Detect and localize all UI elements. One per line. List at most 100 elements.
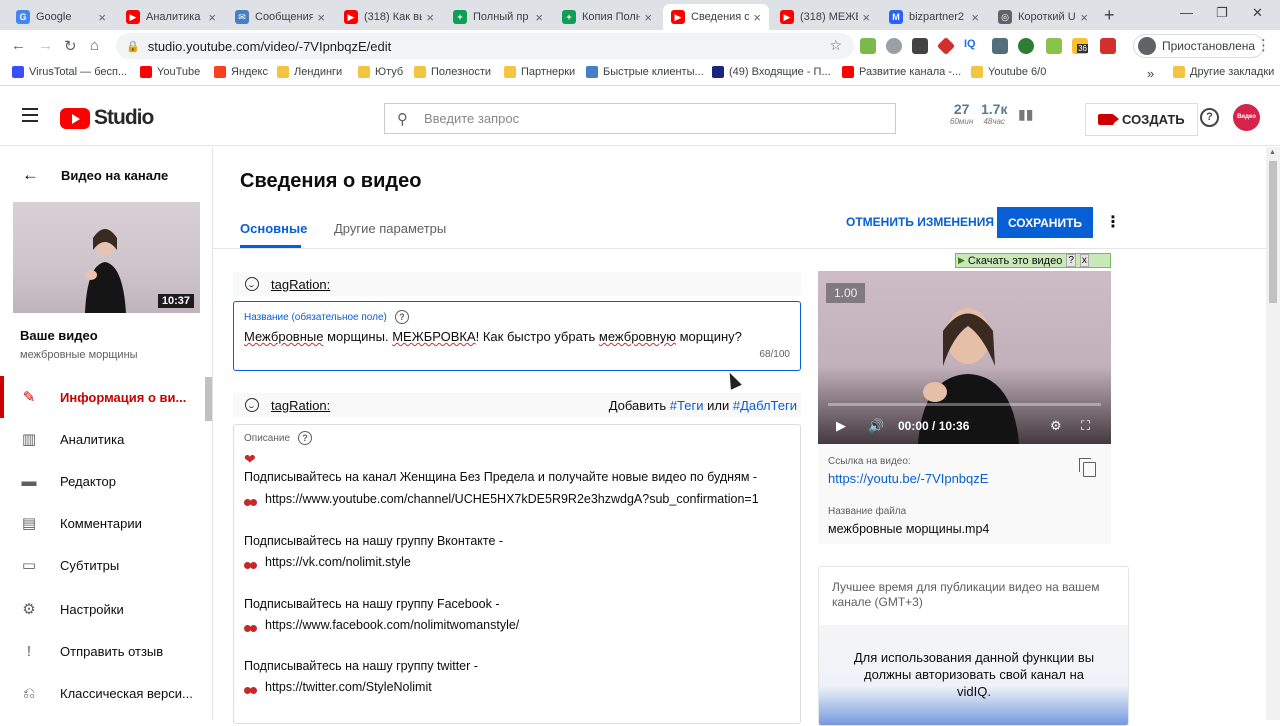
- browser-tab[interactable]: + Копия Полн ×: [554, 4, 660, 30]
- sidebar-item[interactable]: ▥ Аналитика: [0, 418, 213, 460]
- bar-chart-icon[interactable]: ▮▮: [1018, 106, 1033, 123]
- tab-close-icon[interactable]: ×: [208, 10, 216, 25]
- smile-icon[interactable]: [245, 398, 259, 412]
- bookmark-item[interactable]: Лендинги: [277, 66, 342, 78]
- add-tags-link[interactable]: #Теги: [670, 398, 704, 413]
- bookmark-star-icon[interactable]: ☆: [829, 37, 842, 54]
- video-link[interactable]: https://youtu.be/-7VIpnbqzE: [828, 471, 988, 486]
- extension-globe-icon[interactable]: [1018, 38, 1034, 54]
- bookmarks-overflow[interactable]: »: [1147, 66, 1154, 81]
- tagration-link[interactable]: tagRation:: [271, 277, 330, 292]
- save-button[interactable]: СОХРАНИТЬ: [997, 207, 1093, 238]
- extension-shield-icon[interactable]: [886, 38, 902, 54]
- tab-close-icon[interactable]: ×: [862, 10, 870, 25]
- other-bookmarks[interactable]: Другие закладки: [1173, 66, 1274, 78]
- studio-logo[interactable]: Studio: [60, 106, 154, 130]
- playback-speed[interactable]: 1.00: [826, 283, 866, 303]
- home-icon[interactable]: ⌂: [90, 37, 99, 54]
- minimize-icon[interactable]: —: [1180, 5, 1193, 20]
- page-scrollbar[interactable]: ▲: [1266, 147, 1280, 720]
- tab-close-icon[interactable]: ×: [317, 10, 325, 25]
- extension-diamond-icon[interactable]: [936, 36, 956, 56]
- tab-close-icon[interactable]: ×: [971, 10, 979, 25]
- tab-close-icon[interactable]: ×: [753, 10, 761, 25]
- more-options-icon[interactable]: ⋮: [1105, 212, 1121, 232]
- download-close-icon[interactable]: x: [1079, 254, 1089, 267]
- close-window-icon[interactable]: ✕: [1252, 5, 1263, 21]
- extension-iq-icon[interactable]: IQ: [964, 38, 980, 54]
- title-field-value[interactable]: Межбровные морщины. МЕЖБРОВКА! Как быстр…: [244, 329, 742, 344]
- settings-gear-icon[interactable]: ⚙: [1050, 418, 1062, 434]
- tab-more-options[interactable]: Другие параметры: [334, 221, 446, 236]
- sidebar-item[interactable]: ⎌ Классическая верси...: [0, 672, 213, 714]
- download-help-icon[interactable]: ?: [1066, 254, 1076, 267]
- tab-close-icon[interactable]: ×: [535, 10, 543, 25]
- browser-tab[interactable]: ✉ Сообщения ×: [227, 4, 333, 30]
- search-input[interactable]: ⚲ Введите запрос: [384, 103, 896, 134]
- extension-youtube-icon[interactable]: [1100, 38, 1116, 54]
- back-arrow-icon[interactable]: ←: [11, 37, 26, 54]
- tab-close-icon[interactable]: ×: [426, 10, 434, 25]
- scrollbar-thumb[interactable]: [1269, 161, 1277, 303]
- sidebar-item[interactable]: ▬ Редактор: [0, 460, 213, 502]
- extension-home-icon[interactable]: [860, 38, 876, 54]
- tab-close-icon[interactable]: ×: [1080, 10, 1088, 25]
- tagration-link[interactable]: tagRation:: [271, 398, 330, 413]
- browser-menu-icon[interactable]: ⋮: [1256, 36, 1271, 54]
- volume-icon[interactable]: 🔊: [868, 418, 884, 434]
- bookmark-item[interactable]: VirusTotal — бесп...: [12, 66, 127, 78]
- sidebar-item[interactable]: ✎ Информация о ви...: [0, 376, 213, 418]
- bookmark-item[interactable]: Ютуб: [358, 66, 403, 78]
- browser-tab[interactable]: ▶ (318) Как вы ×: [336, 4, 442, 30]
- bookmark-item[interactable]: Партнерки: [504, 66, 575, 78]
- browser-tab[interactable]: ▶ (318) МЕЖБ ×: [772, 4, 878, 30]
- download-video-button[interactable]: ▶ Скачать это видео ? x: [955, 253, 1111, 268]
- play-icon[interactable]: ▶: [836, 418, 846, 434]
- tab-basic[interactable]: Основные: [240, 221, 307, 236]
- browser-tab[interactable]: + Полный пр ×: [445, 4, 551, 30]
- smile-icon[interactable]: [245, 277, 259, 291]
- forward-arrow-icon[interactable]: →: [38, 37, 53, 54]
- sidebar-item[interactable]: ⚙ Настройки: [0, 588, 213, 630]
- add-double-tags-link[interactable]: #ДаблТеги: [733, 398, 797, 413]
- bookmark-item[interactable]: Полезности: [414, 66, 491, 78]
- sidebar-item[interactable]: ▤ Комментарии: [0, 502, 213, 544]
- help-icon[interactable]: ?: [298, 431, 313, 445]
- menu-icon[interactable]: [22, 108, 38, 122]
- tab-close-icon[interactable]: ×: [98, 10, 106, 25]
- bookmark-item[interactable]: Яндекс: [214, 66, 268, 78]
- browser-tab[interactable]: ◎ Короткий U ×: [990, 4, 1096, 30]
- reload-icon[interactable]: ↻: [64, 37, 77, 55]
- bookmark-item[interactable]: Развитие канала -...: [842, 66, 961, 78]
- back-to-videos[interactable]: ← Видео на канале: [22, 165, 168, 185]
- sidebar-item[interactable]: ! Отправить отзыв: [0, 630, 213, 672]
- help-icon[interactable]: ?: [1200, 108, 1219, 127]
- bookmark-item[interactable]: YouTube: [140, 66, 200, 78]
- title-field[interactable]: Название (обязательное поле) ? Межбровны…: [233, 301, 801, 371]
- browser-tab[interactable]: ▶ Аналитика ×: [118, 4, 224, 30]
- maximize-icon[interactable]: ❐: [1216, 5, 1228, 21]
- player-progress-bar[interactable]: [828, 403, 1101, 406]
- discard-changes-button[interactable]: ОТМЕНИТЬ ИЗМЕНЕНИЯ: [846, 215, 994, 229]
- video-thumbnail[interactable]: 10:37: [13, 202, 200, 313]
- description-field[interactable]: Описание ? ❤ Подписывайтесь на канал Жен…: [233, 424, 801, 724]
- channel-avatar[interactable]: Видео Жизни: [1233, 104, 1260, 147]
- tab-close-icon[interactable]: ×: [644, 10, 652, 25]
- copy-icon[interactable]: [1079, 458, 1096, 477]
- browser-tab[interactable]: Mbizpartner2 ×: [881, 4, 987, 30]
- extension-bars-icon[interactable]: [912, 38, 928, 54]
- url-bar[interactable]: 🔒 studio.youtube.com/video/-7VIpnbqzE/ed…: [116, 33, 854, 59]
- video-player[interactable]: 1.00 ▶ 🔊 00:00 / 10:36 ⚙ ⛶: [818, 271, 1111, 444]
- bookmark-item[interactable]: (49) Входящие - П...: [712, 66, 831, 78]
- scroll-up-arrow-icon[interactable]: ▲: [1269, 149, 1276, 156]
- extension-download-icon[interactable]: [1046, 38, 1062, 54]
- help-icon[interactable]: ?: [394, 310, 409, 324]
- bookmark-item[interactable]: Youtube 6/0: [971, 66, 1046, 78]
- browser-tab[interactable]: G Google ×: [8, 4, 114, 30]
- bookmark-item[interactable]: Быстрые клиенты...: [586, 66, 704, 78]
- sidebar-item[interactable]: ▭ Субтитры: [0, 544, 213, 586]
- profile-button[interactable]: Приостановлена: [1133, 34, 1265, 58]
- new-tab-icon[interactable]: +: [1104, 5, 1115, 26]
- extension-counter-icon[interactable]: 36: [1072, 38, 1088, 54]
- create-button[interactable]: СОЗДАТЬ: [1085, 103, 1198, 136]
